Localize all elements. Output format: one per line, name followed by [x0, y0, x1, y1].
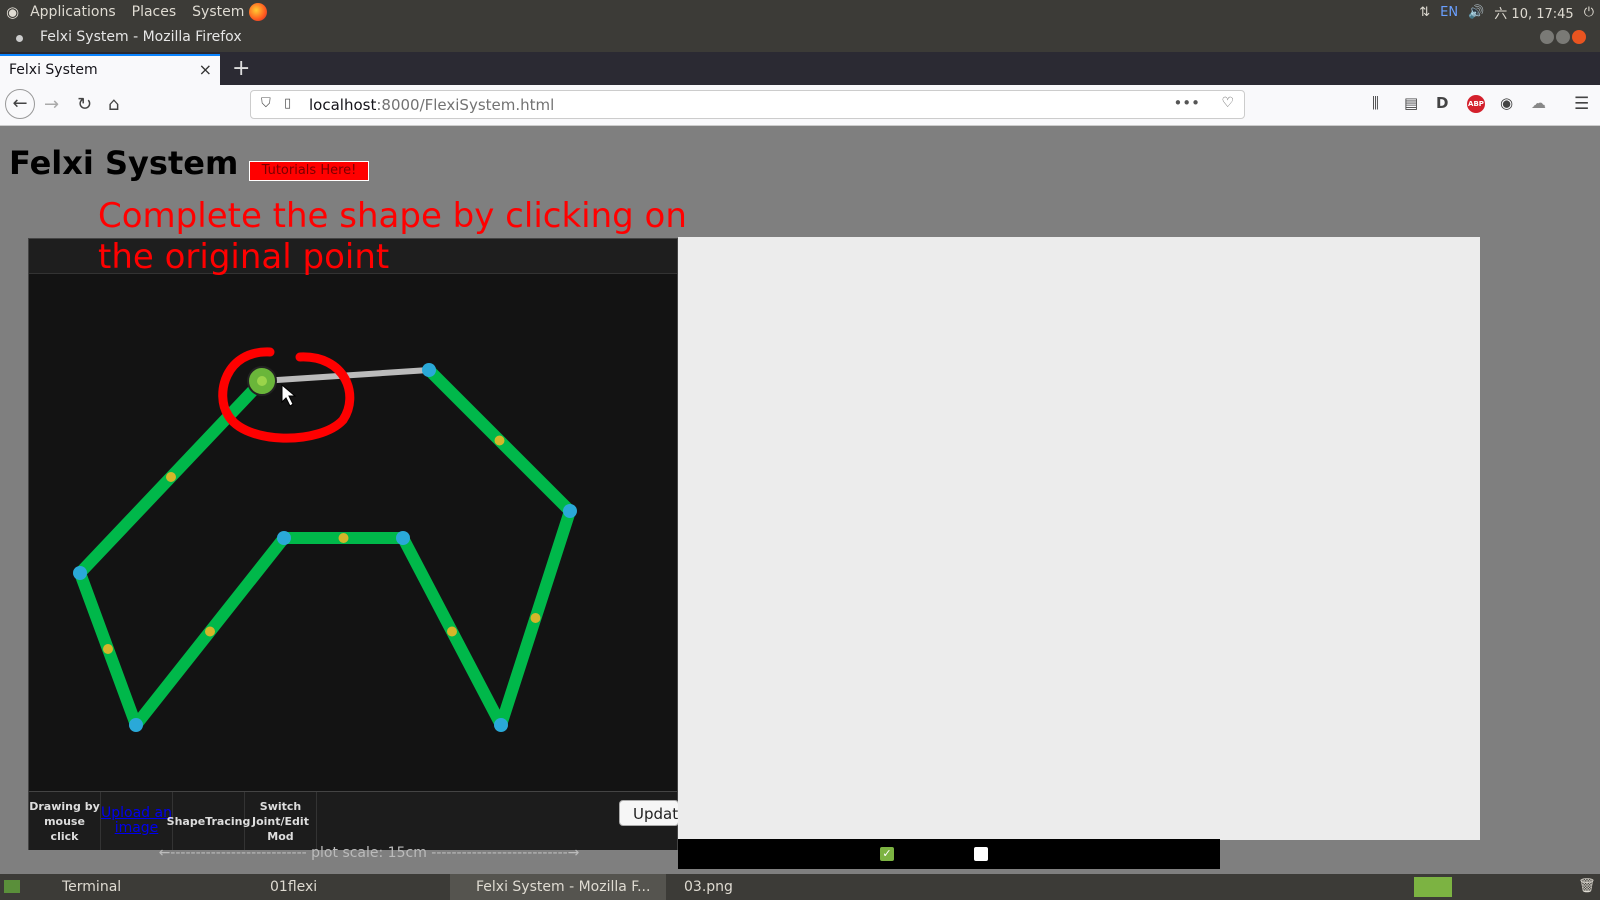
trash-icon[interactable]: 🗑	[1578, 878, 1596, 894]
taskbar-firefox[interactable]: Felxi System - Mozilla F...	[450, 874, 666, 900]
taskbar-files[interactable]: 01flexi	[244, 874, 317, 900]
edge-midpoint	[338, 533, 349, 543]
shape-joint	[494, 718, 508, 732]
shape-joint	[422, 363, 436, 377]
edge-midpoint	[494, 435, 505, 446]
shape-joint	[73, 566, 87, 580]
shape-joint	[396, 531, 410, 545]
edge-midpoint	[103, 644, 113, 654]
edge-midpoint	[205, 626, 215, 637]
shape-layer	[73, 347, 577, 732]
edge-midpoint	[166, 472, 176, 482]
start-point-center	[257, 376, 267, 386]
edge-midpoint	[530, 613, 541, 623]
shape-joint	[563, 504, 577, 518]
shape-joint	[129, 718, 143, 732]
mouse-cursor-icon	[281, 383, 297, 407]
edge-midpoint	[447, 626, 457, 637]
taskbar: Terminal 01flexi Felxi System - Mozilla …	[0, 874, 1600, 900]
workspace-switcher[interactable]	[1414, 877, 1452, 897]
show-desktop-icon[interactable]	[4, 880, 20, 893]
shape-joint	[277, 531, 291, 545]
taskbar-image[interactable]: 03.png	[658, 874, 733, 900]
taskbar-terminal[interactable]: Terminal	[36, 874, 121, 900]
